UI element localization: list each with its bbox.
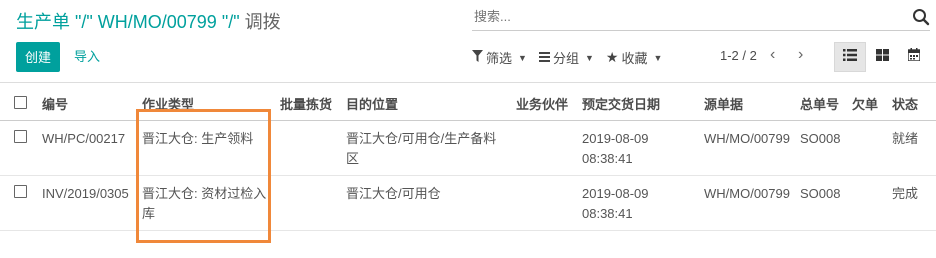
kanban-view-icon [875,48,889,66]
breadcrumb-current: 调拨 [244,12,281,32]
row-checkbox[interactable] [14,130,27,143]
group-label: 分组 [552,51,579,66]
kanban-view-button[interactable] [866,42,898,72]
list-view-button[interactable] [834,42,866,72]
favorites-dropdown[interactable]: ★ 收藏 ▼ [606,48,663,67]
caret-down-icon: ▼ [584,52,594,63]
cell-partner [512,175,578,231]
cell-state: 就绪 [888,120,936,176]
row-select-cell [0,175,38,231]
chevron-left-icon[interactable]: ‹ [770,46,775,64]
calendar-view-button[interactable] [898,42,930,72]
chevron-right-icon[interactable]: › [798,46,803,64]
view-switcher [834,42,930,72]
row-select-cell [0,120,38,176]
create-button[interactable]: 创建 [16,42,60,72]
list-view-icon [843,48,857,66]
column-header-backorder-of[interactable]: 总单号 [796,92,848,121]
favorite-label: 收藏 [621,51,648,66]
cell-reference: WH/PC/00217 [38,120,138,176]
breadcrumb-parent-link[interactable]: 生产单 "/" WH/MO/00799 "/" [16,12,240,32]
filter-dropdown[interactable]: 筛选 ▼ [472,48,527,67]
caret-down-icon: ▼ [518,52,527,63]
cell-reference: INV/2019/0305 [38,175,138,231]
column-header-batch[interactable]: 批量拣货 [276,92,342,121]
highlight-annotation-box [136,109,271,243]
cell-state: 完成 [888,175,936,231]
cell-source: WH/MO/00799 [700,175,796,231]
search-bar [472,8,930,31]
cell-backorder-of: SO008 [796,175,848,231]
control-panel-divider [0,82,936,83]
column-header-scheduled-date[interactable]: 预定交货日期 [578,92,700,121]
column-header-reference[interactable]: 编号 [38,92,138,121]
filter-label: 筛选 [486,51,513,66]
column-header-source[interactable]: 源单据 [700,92,796,121]
cell-destination: 晋江大仓/可用仓/生产备料区 [342,120,512,176]
funnel-icon [472,50,483,65]
cell-partner [512,120,578,176]
column-header-partner[interactable]: 业务伙伴 [512,92,578,121]
cell-source: WH/MO/00799 [700,120,796,176]
column-header-backorder[interactable]: 欠单 [848,92,888,121]
search-input[interactable] [474,9,894,24]
search-options: 筛选 ▼ 分组 ▼ ★ 收藏 ▼ [472,48,662,67]
cell-backorder [848,120,888,176]
cell-scheduled-date: 2019-08-09 08:38:41 [578,175,700,231]
import-button[interactable]: 导入 [74,42,100,72]
pager-value[interactable]: 1-2 / 2 [720,48,757,63]
cell-destination: 晋江大仓/可用仓 [342,175,512,231]
column-header-state[interactable]: 状态 [888,92,936,121]
search-icon[interactable] [912,8,930,26]
group-by-dropdown[interactable]: 分组 ▼ [538,48,594,67]
cell-backorder-of: SO008 [796,120,848,176]
cell-batch [276,175,342,231]
select-all-checkbox[interactable] [14,96,27,109]
breadcrumb: 生产单 "/" WH/MO/00799 "/" 调拨 [16,8,281,34]
star-icon: ★ [605,49,619,65]
caret-down-icon: ▼ [653,52,663,63]
calendar-view-icon [907,48,921,66]
select-all-cell [0,92,38,121]
column-header-destination[interactable]: 目的位置 [342,92,512,121]
cell-scheduled-date: 2019-08-09 08:38:41 [578,120,700,176]
cell-backorder [848,175,888,231]
row-checkbox[interactable] [14,185,27,198]
list-icon [538,50,550,65]
cell-batch [276,120,342,176]
